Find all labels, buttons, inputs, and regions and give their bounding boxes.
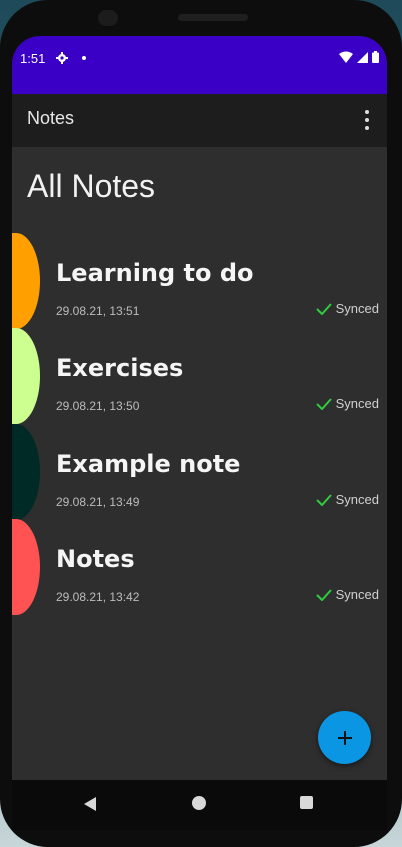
- check-icon: [315, 397, 332, 410]
- status-icons: [339, 51, 379, 63]
- note-item[interactable]: Example note 29.08.21, 13:49 Synced: [12, 424, 387, 520]
- more-vert-icon[interactable]: [363, 110, 371, 130]
- app-bar: Notes: [12, 94, 387, 147]
- note-color-indicator: [12, 233, 40, 329]
- sync-status: Synced: [315, 492, 379, 507]
- gear-icon: [56, 52, 68, 64]
- note-item[interactable]: Learning to do 29.08.21, 13:51 Synced: [12, 233, 387, 329]
- app-bar-title: Notes: [27, 108, 75, 128]
- sync-status-label: Synced: [335, 396, 379, 411]
- note-date: 29.08.21, 13:51: [56, 304, 140, 318]
- note-color-indicator: [12, 328, 40, 424]
- note-item[interactable]: Exercises 29.08.21, 13:50 Synced: [12, 328, 387, 424]
- note-item[interactable]: Notes 29.08.21, 13:42 Synced: [12, 519, 387, 615]
- page-title: All Notes: [27, 168, 156, 204]
- note-color-indicator: [12, 519, 40, 615]
- sync-status-label: Synced: [335, 301, 379, 316]
- notification-dot-icon: [82, 56, 86, 60]
- front-camera: [98, 10, 118, 26]
- check-icon: [315, 493, 332, 506]
- recents-icon[interactable]: [300, 796, 313, 809]
- wifi-icon: [339, 51, 353, 63]
- note-title: Learning to do: [56, 259, 254, 287]
- battery-icon: [372, 51, 379, 63]
- plus-icon: [337, 730, 352, 745]
- note-title: Exercises: [56, 354, 184, 382]
- note-title: Notes: [56, 545, 135, 573]
- note-date: 29.08.21, 13:49: [56, 495, 140, 509]
- note-date: 29.08.21, 13:42: [56, 590, 140, 604]
- back-icon[interactable]: [84, 797, 96, 811]
- status-time: 1:51: [20, 51, 46, 66]
- sync-status: Synced: [315, 396, 379, 411]
- sync-status: Synced: [315, 301, 379, 316]
- sync-status-label: Synced: [335, 587, 379, 602]
- system-nav-bar: [12, 780, 387, 830]
- check-icon: [315, 302, 332, 315]
- phone-frame: 1:51 Notes All Notes Learning to do 29.0…: [0, 0, 402, 847]
- signal-icon: [357, 51, 368, 63]
- sync-status-label: Synced: [335, 492, 379, 507]
- home-icon[interactable]: [192, 796, 206, 810]
- add-note-button[interactable]: [318, 711, 371, 764]
- status-bar: 1:51: [12, 36, 387, 94]
- sync-status: Synced: [315, 587, 379, 602]
- note-color-indicator: [12, 424, 40, 520]
- earpiece-speaker: [178, 14, 248, 21]
- screen: 1:51 Notes All Notes Learning to do 29.0…: [12, 36, 387, 830]
- note-date: 29.08.21, 13:50: [56, 399, 140, 413]
- check-icon: [315, 588, 332, 601]
- note-title: Example note: [56, 450, 241, 478]
